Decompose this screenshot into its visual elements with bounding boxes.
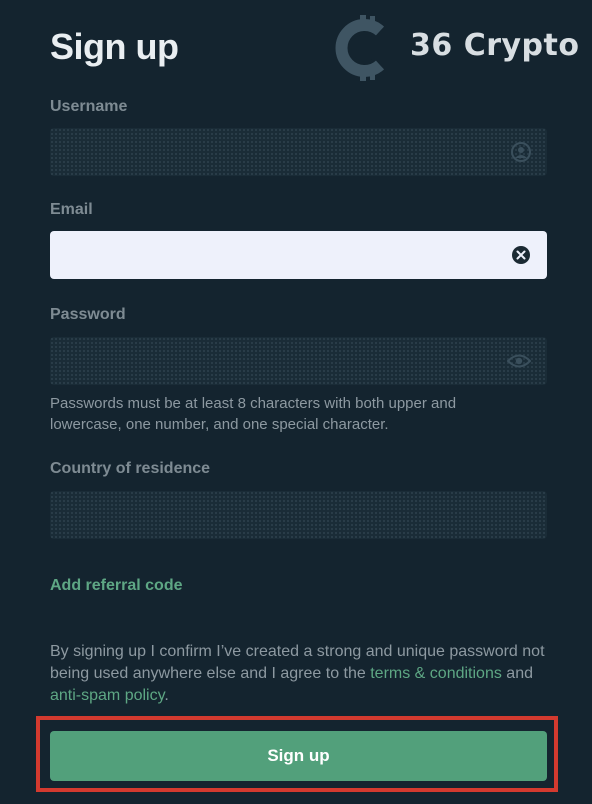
brand-logo: 36 Crypto <box>330 12 580 84</box>
password-input[interactable] <box>50 337 547 385</box>
password-field[interactable] <box>50 337 547 385</box>
username-field[interactable] <box>50 128 547 176</box>
consent-text-and: and <box>501 665 533 682</box>
profile-icon <box>511 142 531 162</box>
add-referral-code-link[interactable]: Add referral code <box>50 577 182 595</box>
terms-conditions-link[interactable]: terms & conditions <box>370 665 502 682</box>
email-label: Email <box>50 201 93 218</box>
sign-up-button[interactable]: Sign up <box>50 731 547 781</box>
password-hint: Passwords must be at least 8 characters … <box>50 395 457 433</box>
brand-name: 36 Crypto <box>410 28 580 63</box>
username-label: Username <box>50 98 128 115</box>
consent-text: By signing up I confirm I’ve created a s… <box>50 641 555 707</box>
consent-text-after: . <box>164 687 169 704</box>
password-label: Password <box>50 306 126 323</box>
country-select[interactable] <box>50 491 547 539</box>
clear-icon[interactable] <box>511 245 531 265</box>
country-label: Country of residence <box>50 460 211 477</box>
email-input[interactable] <box>50 231 547 279</box>
username-input[interactable] <box>50 128 547 176</box>
signup-page: Sign up 36 Crypto Username Email Passwor… <box>0 0 592 804</box>
anti-spam-policy-link[interactable]: anti-spam policy <box>50 687 164 704</box>
bitcoin-c-logo-icon <box>335 15 385 81</box>
eye-icon[interactable] <box>507 353 531 369</box>
page-title: Sign up <box>50 26 179 67</box>
email-field[interactable] <box>50 231 547 279</box>
